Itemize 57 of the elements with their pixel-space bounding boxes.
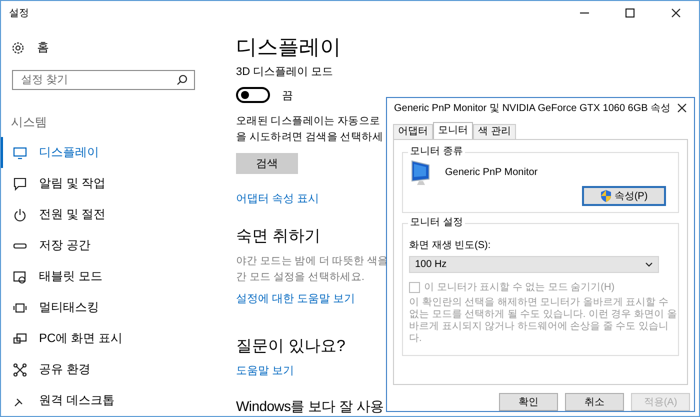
sidebar-item[interactable]: PC에 화면 표시 (1, 323, 223, 354)
home-item[interactable]: 홈 (1, 25, 223, 56)
gear-icon (11, 40, 25, 54)
dialog-button[interactable]: 확인 (499, 393, 558, 411)
tab[interactable]: 색 관리 (473, 124, 516, 139)
section-heading: 질문이 있나요? (236, 337, 346, 357)
close-icon (671, 8, 681, 18)
monitor-icon (13, 146, 27, 160)
multitask-icon (13, 300, 27, 314)
section-heading: 숙면 취하기 (236, 227, 320, 247)
projector-icon (13, 332, 27, 346)
speech-bubble-icon (13, 176, 27, 190)
sidebar-item[interactable]: 멀티태스킹 (1, 292, 223, 323)
power-icon (13, 208, 27, 222)
field-label: 화면 재생 빈도(S): (409, 239, 492, 252)
sidebar-item[interactable]: 디스플레이 (1, 137, 223, 168)
sidebar-item[interactable]: 알림 및 작업 (1, 168, 223, 199)
group-label: 모니터 설정 (408, 217, 465, 229)
section-heading: Windows를 보다 잘 사용 (236, 398, 384, 416)
sidebar-item[interactable]: 태블릿 모드 (1, 261, 223, 292)
adapter-properties-link[interactable]: 어댑터 속성 표시 (236, 191, 320, 206)
monitor-name: Generic PnP Monitor (445, 167, 538, 178)
tablet-icon (13, 270, 27, 284)
description-text: 을 시도하려면 검색을 선택하세 (236, 130, 383, 145)
toggle-switch[interactable] (236, 87, 270, 103)
checkbox-label: 이 모니터가 표시할 수 없는 모드 숨기기(H) (424, 281, 615, 294)
toggle-state: 끔 (282, 88, 293, 102)
close-icon (677, 103, 688, 113)
tab[interactable]: 모니터 (433, 122, 473, 139)
sidebar-item[interactable]: 공유 환경 (1, 354, 223, 385)
section-heading: 시스템 (11, 114, 48, 131)
shield-icon (600, 189, 612, 203)
group-label: 모니터 종류 (408, 146, 465, 158)
share-icon (13, 362, 27, 376)
dialog-title: Generic PnP Monitor 및 NVIDIA GeForce GTX 1060 6GB 속성 (394, 102, 671, 115)
sidebar-item[interactable]: 원격 데스크톱 (1, 385, 223, 416)
sidebar-item[interactable]: 저장 공간 (1, 230, 223, 261)
description-text: 야간 모드는 밤에 더 따뜻한 색을 (236, 254, 388, 269)
search-icon (176, 74, 188, 86)
help-link[interactable]: 도움말 보기 (236, 363, 294, 378)
chevron-down-icon (645, 261, 653, 268)
dialog-button[interactable]: 취소 (565, 393, 624, 411)
search-button[interactable]: 검색 (236, 153, 298, 174)
monitor-icon (409, 159, 431, 186)
window-title: 설정 (9, 7, 29, 20)
toggle-label: 3D 디스플레이 모드 (236, 65, 334, 79)
warning-text: 이 확인란의 선택을 해제하면 모니터가 올바르게 표시할 수 없는 모드를 선택하게 될 수도 있습니다. 이런 경우 화면이 올바르게 표시되지 않거나 하드웨어에 손상을 줄 수도 있습니다. (409, 297, 677, 345)
maximize-icon (625, 8, 635, 18)
help-link[interactable]: 설정에 대한 도움말 보기 (236, 291, 356, 306)
sidebar-item[interactable]: 전원 및 절전 (1, 199, 223, 230)
refresh-rate-dropdown[interactable]: 100 Hz (409, 256, 659, 273)
properties-button[interactable]: 속성(P) (582, 186, 666, 206)
search-field[interactable]: 설정 찾기 (12, 70, 195, 90)
page-title: 디스플레이 (236, 35, 341, 61)
description-text: 오래된 디스플레이는 자동으로 (236, 114, 382, 129)
description-text: 간 모드 설정을 선택하세요. (236, 270, 366, 285)
tab[interactable]: 어댑터 (393, 124, 433, 139)
